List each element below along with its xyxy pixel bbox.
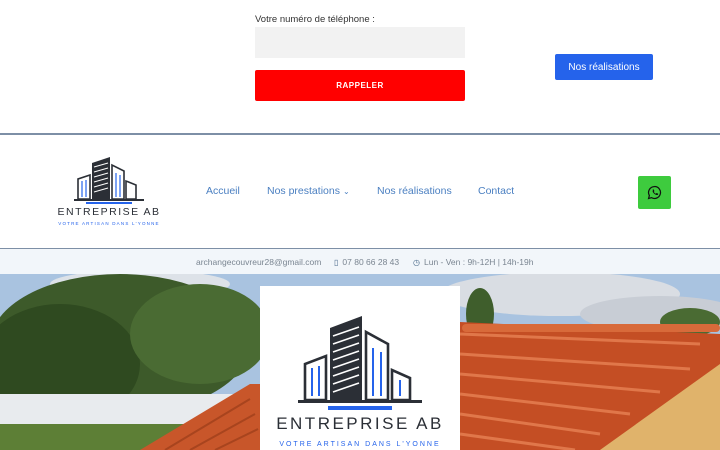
phone-number: 07 80 66 28 43: [342, 257, 400, 267]
whatsapp-icon: [647, 185, 662, 200]
opening-hours: ◷ Lun - Ven : 9h-12H | 14h-19h: [413, 257, 533, 267]
mobile-phone-icon: ▯: [334, 257, 339, 267]
clock-icon: ◷: [413, 257, 420, 267]
logo[interactable]: ENTREPRISE AB VOTRE ARTISAN DANS L'YONNE: [56, 153, 162, 233]
realisations-cta-button[interactable]: Nos réalisations: [555, 54, 653, 80]
callback-form: Votre numéro de téléphone : RAPPELER Nos…: [0, 0, 720, 133]
callback-button[interactable]: RAPPELER: [255, 70, 465, 101]
hero-logo-card: ENTREPRISE AB VOTRE ARTISAN DANS L'YONNE: [260, 286, 460, 450]
nav-item-label: Nos prestations: [267, 185, 340, 197]
hours-text: Lun - Ven : 9h-12H | 14h-19h: [423, 257, 534, 267]
contact-info-bar: archangecouvreur28@gmail.com ▯ 07 80 66 …: [0, 249, 720, 274]
nav-item-realisations[interactable]: Nos réalisations: [377, 185, 452, 197]
phone-link[interactable]: ▯ 07 80 66 28 43: [334, 257, 399, 267]
site-header: ENTREPRISE AB VOTRE ARTISAN DANS L'YONNE…: [0, 135, 720, 248]
hero-brand-tagline: VOTRE ARTISAN DANS L'YONNE: [279, 441, 441, 448]
building-logo-icon: [74, 157, 144, 204]
email-link[interactable]: archangecouvreur28@gmail.com: [196, 257, 321, 267]
hero-brand-name: ENTREPRISE AB: [276, 414, 444, 433]
whatsapp-button[interactable]: [638, 176, 671, 209]
building-logo-icon: [298, 316, 422, 410]
phone-input[interactable]: [255, 27, 465, 58]
nav-item-contact[interactable]: Contact: [478, 185, 514, 197]
brand-name: ENTREPRISE AB: [57, 206, 161, 218]
phone-label: Votre numéro de téléphone :: [255, 14, 375, 25]
nav-item-prestations[interactable]: Nos prestations ⌄: [267, 185, 350, 197]
hero-banner: ENTREPRISE AB VOTRE ARTISAN DANS L'YONNE: [0, 274, 720, 450]
nav-item-accueil[interactable]: Accueil: [206, 185, 240, 197]
chevron-down-icon: ⌄: [342, 187, 350, 196]
brand-tagline: VOTRE ARTISAN DANS L'YONNE: [58, 221, 160, 226]
